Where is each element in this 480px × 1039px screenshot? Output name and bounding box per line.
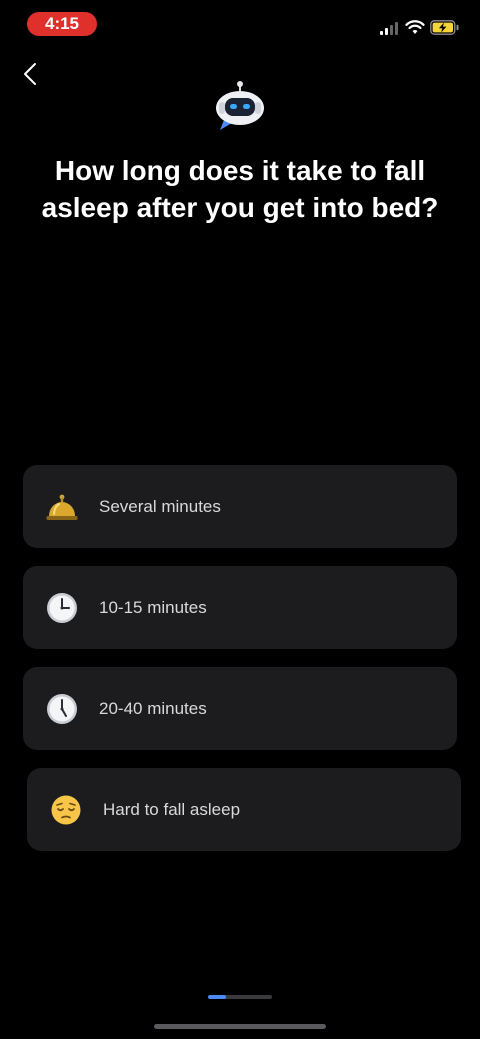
option-hard-to-fall-asleep[interactable]: Hard to fall asleep: [27, 768, 461, 851]
clock-three-icon: [45, 591, 79, 625]
progress-fill: [208, 995, 226, 999]
option-label: Hard to fall asleep: [103, 799, 241, 819]
status-bar: 4:15: [0, 0, 480, 48]
status-time: 4:15: [27, 12, 97, 36]
option-10-15-minutes[interactable]: 10-15 minutes: [23, 566, 457, 649]
status-time-text: 4:15: [44, 14, 80, 33]
home-indicator: [154, 1024, 326, 1029]
option-20-40-minutes[interactable]: 20-40 minutes: [23, 667, 457, 750]
robot-chat-icon: [216, 81, 264, 130]
battery-charging-icon: [430, 20, 459, 35]
back-button[interactable]: [14, 58, 46, 90]
chevron-left-icon: [24, 63, 36, 85]
option-label: 20-40 minutes: [99, 698, 207, 718]
progress-bar: [208, 995, 272, 999]
cellular-signal-icon: [380, 21, 400, 35]
bellhop-bell-icon: [45, 490, 79, 524]
option-several-minutes[interactable]: Several minutes: [23, 465, 457, 548]
clock-five-icon: [45, 692, 79, 726]
option-label: 10-15 minutes: [99, 597, 207, 617]
question-title: How long does it take to fall asleep aft…: [41, 155, 439, 223]
option-label: Several minutes: [99, 496, 221, 516]
wifi-icon: [405, 20, 425, 34]
pensive-face-icon: [49, 793, 83, 827]
